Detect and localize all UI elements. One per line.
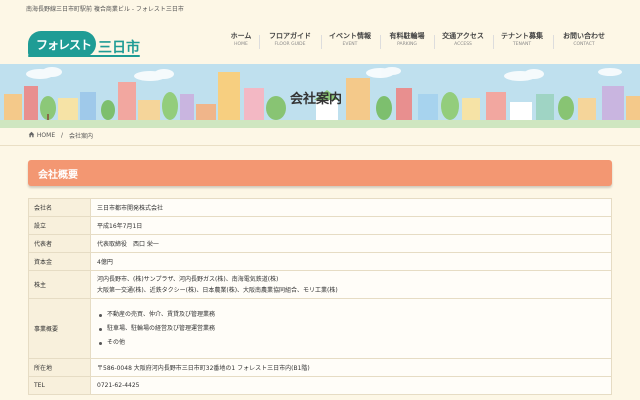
nav-item-floor-guide[interactable]: フロアガイド FLOOR GUIDE: [264, 31, 316, 55]
breadcrumb-home-link[interactable]: HOME: [37, 132, 55, 139]
list-item: その他: [97, 336, 605, 350]
row-label: 資本金: [28, 252, 91, 271]
nav-sublabel: EVENT: [342, 42, 358, 47]
nav-item-event[interactable]: イベント情報 EVENT: [326, 31, 374, 55]
nav-divider: [259, 35, 260, 49]
home-icon[interactable]: [28, 131, 35, 140]
nav-label: フロアガイド: [269, 32, 311, 40]
nav-sublabel: TENANT: [512, 42, 532, 47]
shareholders-line: 大阪第一交通(株)、近鉄タクシー(株)、日本農業(株)、大阪南農業協同組合、モリ…: [97, 286, 338, 294]
section-title: 会社概要: [38, 170, 78, 181]
nav-sublabel: PARKING: [397, 42, 417, 47]
row-value: 平成16年7月1日: [90, 216, 612, 235]
nav-sublabel: HOME: [234, 42, 248, 47]
list-item: 不動産の売買、仲介、賃貸及び管理業務: [97, 308, 605, 322]
nav-label: テナント募集: [501, 32, 543, 40]
row-label: 設立: [28, 216, 91, 235]
nav-item-home[interactable]: ホーム HOME: [228, 31, 254, 55]
breadcrumb: HOME / 会社案内: [28, 131, 93, 141]
nav-label: ホーム: [230, 32, 252, 40]
row-value: 代表取締役 西口 栄一: [90, 234, 612, 253]
nav-divider: [321, 35, 322, 49]
business-list: 不動産の売買、仲介、賃貸及び管理業務 駐車場、駐輪場の経営及び管理運営業務 その…: [97, 308, 605, 350]
row-label: 代表者: [28, 234, 91, 253]
nav-divider: [553, 35, 554, 49]
site-tagline: 南海長野線三日市町駅前 複合商業ビル - フォレスト三日市: [26, 6, 184, 13]
row-label: 株主: [28, 270, 91, 299]
nav-divider: [493, 35, 494, 49]
row-value: 〒586-0048 大阪府河内長野市三日市町32番地の1 フォレスト三日市内(B…: [90, 358, 612, 377]
nav-divider: [380, 35, 381, 49]
row-label: TEL: [28, 376, 91, 395]
nav-divider: [434, 35, 435, 49]
row-label: 会社名: [28, 198, 91, 217]
table-row: 会社名 三日市都市開発株式会社: [28, 198, 612, 217]
global-nav: ホーム HOME フロアガイド FLOOR GUIDE イベント情報 EVENT…: [0, 31, 640, 55]
table-row: TEL 0721-62-4425: [28, 376, 612, 395]
nav-label: 有料駐輪場: [389, 32, 425, 40]
nav-item-parking[interactable]: 有料駐輪場 PARKING: [386, 31, 428, 55]
row-value: 0721-62-4425: [90, 376, 612, 395]
nav-item-tenant[interactable]: テナント募集 TENANT: [499, 31, 545, 55]
row-value: 三日市都市開発株式会社: [90, 198, 612, 217]
shareholders-value: 河内長野市、(株)サンプラザ、河内長野ガス(株)、南海電気鉄道(株) 大阪第一交…: [90, 270, 612, 299]
list-item: 駐車場、駐輪場の経営及び管理運営業務: [97, 322, 605, 336]
table-row: 所在地 〒586-0048 大阪府河内長野市三日市町32番地の1 フォレスト三日…: [28, 358, 612, 377]
section-header: 会社概要: [28, 160, 612, 186]
row-value: 4億円: [90, 252, 612, 271]
table-row: 代表者 代表取締役 西口 栄一: [28, 234, 612, 253]
company-info-table: 会社名 三日市都市開発株式会社 設立 平成16年7月1日 代表者 代表取締役 西…: [28, 198, 612, 395]
nav-item-contact[interactable]: お問い合わせ CONTACT: [559, 31, 609, 55]
breadcrumb-current: 会社案内: [69, 133, 94, 140]
row-label: 所在地: [28, 358, 91, 377]
table-row: 事業概要 不動産の売買、仲介、賃貸及び管理業務 駐車場、駐輪場の経営及び管理運営…: [28, 298, 612, 359]
business-value: 不動産の売買、仲介、賃貸及び管理業務 駐車場、駐輪場の経営及び管理運営業務 その…: [90, 298, 612, 359]
nav-sublabel: ACCESS: [454, 42, 472, 47]
nav-label: 交通アクセス: [442, 32, 484, 40]
breadcrumb-divider: [0, 145, 640, 146]
nav-sublabel: FLOOR GUIDE: [274, 42, 306, 47]
nav-label: イベント情報: [329, 32, 371, 40]
row-label: 事業概要: [28, 298, 91, 359]
breadcrumb-separator: /: [61, 132, 64, 139]
table-row: 株主 河内長野市、(株)サンプラザ、河内長野ガス(株)、南海電気鉄道(株) 大阪…: [28, 270, 612, 299]
shareholders-line: 河内長野市、(株)サンプラザ、河内長野ガス(株)、南海電気鉄道(株): [97, 275, 279, 283]
page-title: 会社案内: [290, 92, 343, 107]
nav-item-access[interactable]: 交通アクセス ACCESS: [440, 31, 486, 55]
page-banner: 会社案内: [0, 64, 640, 128]
nav-sublabel: CONTACT: [573, 42, 595, 47]
top-bar: 南海長野線三日市町駅前 複合商業ビル - フォレスト三日市: [0, 0, 640, 18]
nav-label: お問い合わせ: [563, 32, 605, 40]
logo-underline: [28, 55, 140, 57]
table-row: 設立 平成16年7月1日: [28, 216, 612, 235]
table-row: 資本金 4億円: [28, 252, 612, 271]
